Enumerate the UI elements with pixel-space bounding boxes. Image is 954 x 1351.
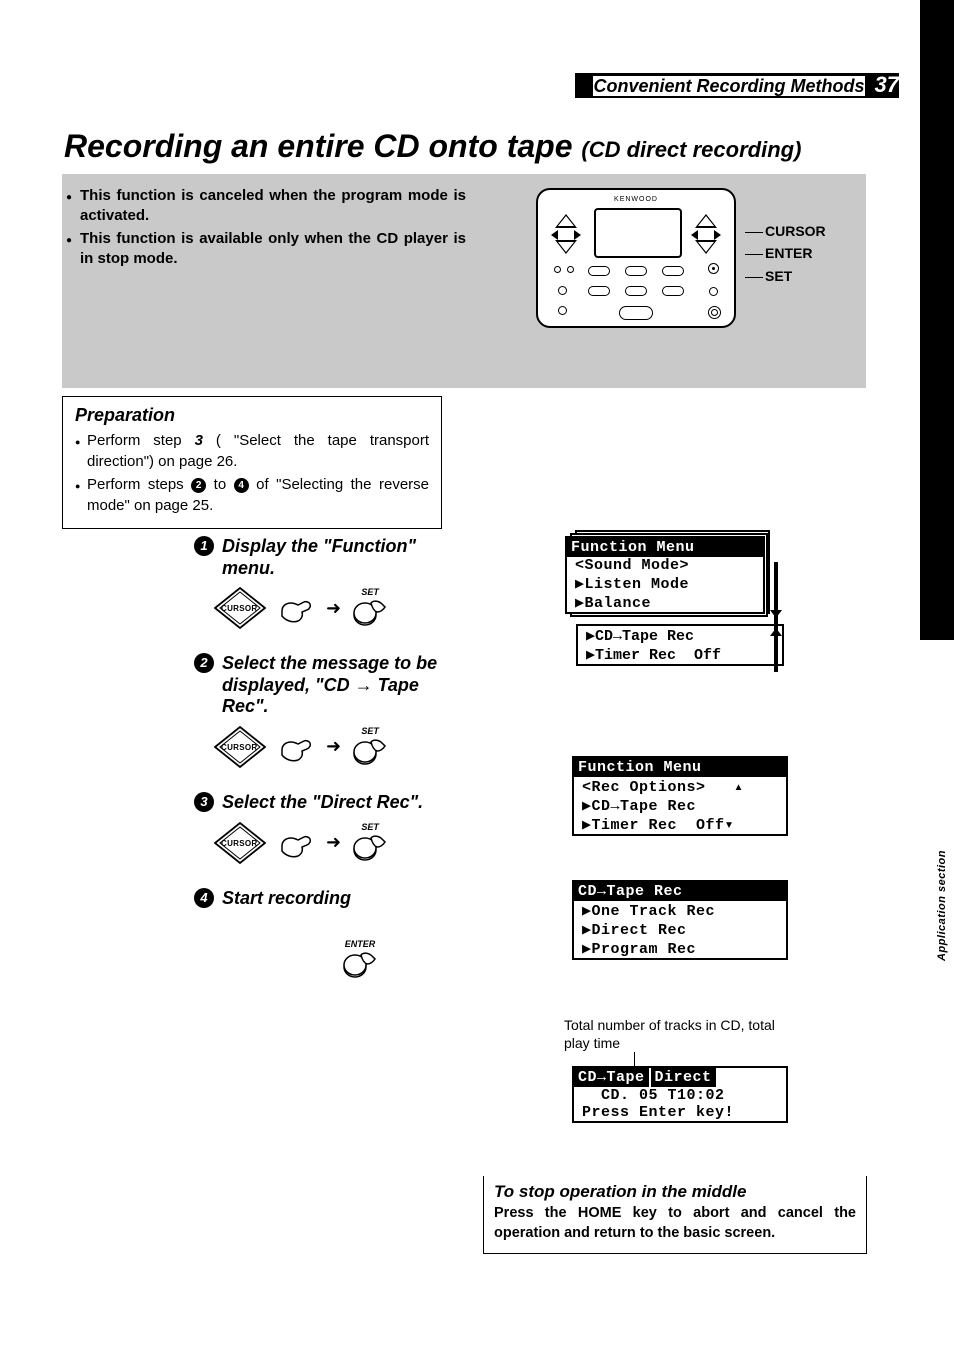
preparation-heading: Preparation	[75, 405, 429, 426]
press-button-icon	[351, 597, 389, 629]
remote-right-pad-icon	[691, 214, 721, 254]
remote-screen-icon	[594, 208, 682, 258]
step-4: 4Start recording ENTER	[194, 888, 446, 982]
remote-left-pad-icon	[551, 214, 581, 254]
label-set: SET	[745, 265, 826, 287]
cursor-pad-icon: CURSOR	[214, 587, 266, 629]
intro-note-1: This function is canceled when the progr…	[80, 186, 466, 227]
step-3: 3Select the "Direct Rec". CURSOR ➜ SET	[194, 792, 446, 864]
press-button-icon	[351, 832, 389, 864]
step-1-text: Display the "Function" menu.	[222, 536, 446, 579]
lcd-scroll-icon	[770, 538, 784, 678]
step-4-text: Start recording	[222, 888, 351, 910]
page-header: Convenient Recording Methods 37	[0, 73, 954, 98]
cursor-pad-icon: CURSOR	[214, 726, 266, 768]
section-title: Convenient Recording Methods	[593, 76, 864, 96]
press-button-icon	[341, 949, 379, 981]
stop-operation-box: To stop operation in the middle Press th…	[483, 1176, 867, 1254]
label-cursor: CURSOR	[745, 220, 826, 242]
cursor-pad-icon: CURSOR	[214, 822, 266, 864]
enter-label: ENTER	[345, 939, 376, 949]
stop-heading: To stop operation in the middle	[494, 1182, 856, 1202]
preparation-box: Preparation Perform step 3 ( "Select the…	[62, 396, 442, 529]
page-number: 37	[875, 72, 899, 97]
intro-notes: This function is canceled when the progr…	[66, 184, 466, 271]
hand-icon	[276, 826, 316, 860]
step-2: 2Select the message to be displayed, "CD…	[194, 653, 446, 768]
arrow-right-icon: ➜	[326, 598, 341, 619]
lcd-function-menu-1: Function Menu <Sound Mode> ▶Listen Mode …	[565, 536, 765, 614]
tracks-note: Total number of tracks in CD, total play…	[564, 1016, 794, 1052]
stop-body: Press the HOME key to abort and cancel t…	[494, 1204, 856, 1243]
set-label: SET	[361, 587, 379, 597]
hand-icon	[276, 730, 316, 764]
steps-column: 1Display the "Function" menu. CURSOR ➜ S…	[194, 536, 446, 1005]
lcd-cd-tape-rec: CD→Tape Rec ▶One Track Rec ▶Direct Rec ▶…	[572, 880, 788, 960]
lcd-function-menu-1b: ▶CD→Tape Rec ▶Timer Rec Off	[576, 624, 784, 666]
side-tab: Application section	[936, 850, 948, 961]
remote-set-icon	[709, 287, 718, 296]
lcd-cd-tape-direct: CD→TapeDirect CD. 05 T10:02 Press Enter …	[572, 1066, 788, 1123]
arrow-right-icon: ➜	[326, 832, 341, 853]
lcd-function-menu-2: Function Menu <Rec Options> ▴ ▶CD→Tape R…	[572, 756, 788, 836]
leader-line-icon	[634, 1052, 635, 1066]
page-title: Recording an entire CD onto tape (CD dir…	[64, 128, 801, 165]
title-main: Recording an entire CD onto tape	[64, 128, 572, 164]
prep-item-2: Perform steps 2 to 4 of "Selecting the r…	[87, 474, 429, 516]
step-3-text: Select the "Direct Rec".	[222, 792, 423, 814]
remote-brand: KENWOOD	[614, 196, 658, 203]
press-button-icon	[351, 736, 389, 768]
remote-labels: CURSOR ENTER SET	[745, 220, 826, 287]
title-sub: (CD direct recording)	[581, 137, 801, 162]
prep-item-1: Perform step 3 ( "Select the tape transp…	[87, 430, 429, 472]
step-1: 1Display the "Function" menu. CURSOR ➜ S…	[194, 536, 446, 629]
intro-note-2: This function is available only when the…	[80, 229, 466, 270]
arrow-right-icon: ➜	[326, 736, 341, 757]
label-enter: ENTER	[745, 242, 826, 264]
step-2-text: Select the message to be displayed, "CD …	[222, 653, 446, 718]
remote-diagram: KENWOOD	[536, 188, 736, 328]
hand-icon	[276, 591, 316, 625]
